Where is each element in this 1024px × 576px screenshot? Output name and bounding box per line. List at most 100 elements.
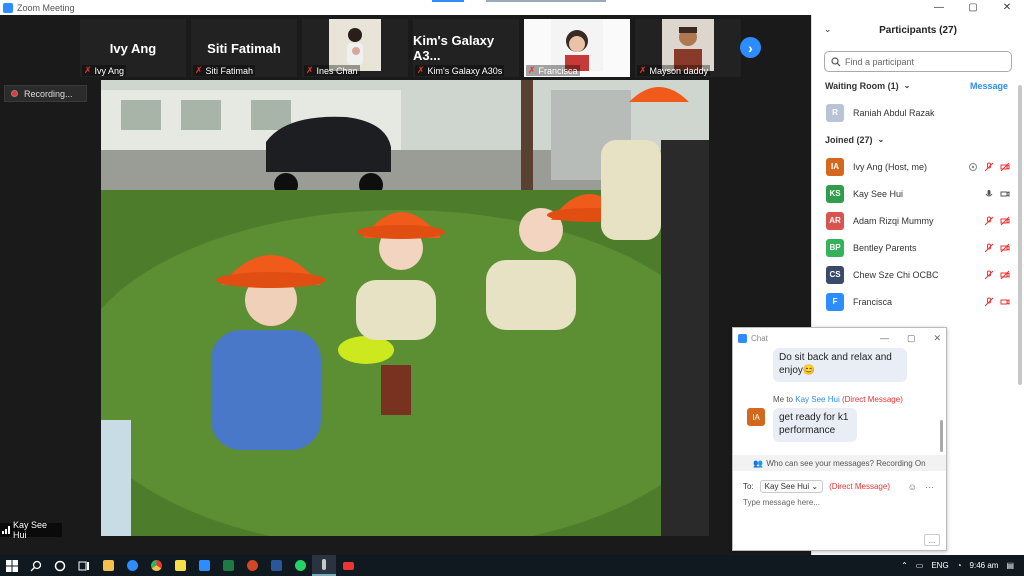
tile-label-text: Mayson daddy <box>649 65 709 76</box>
participant-row[interactable]: KS Kay See Hui <box>812 180 1024 207</box>
tile-name: Ivy Ang <box>109 40 157 56</box>
recording-indicator[interactable]: Recording... <box>4 85 87 102</box>
video-tile[interactable]: ✗ Mayson daddy <box>635 19 741 77</box>
panel-header: ⌄ Participants (27) <box>812 15 1024 45</box>
mic-muted-icon[interactable] <box>984 270 994 280</box>
mic-on-icon[interactable] <box>984 189 994 199</box>
participant-row[interactable]: CS Chew Sze Chi OCBC <box>812 261 1024 288</box>
panel-scrollbar[interactable] <box>1018 85 1022 385</box>
share-icon <box>969 162 977 171</box>
search-input[interactable] <box>845 56 1005 67</box>
whatsapp-icon[interactable] <box>288 555 312 576</box>
video-on-icon[interactable] <box>1000 189 1010 199</box>
mic-muted-icon[interactable] <box>984 297 994 307</box>
video-off-icon[interactable] <box>1000 162 1010 172</box>
excel-icon[interactable] <box>216 555 240 576</box>
next-page-button[interactable]: › <box>740 37 761 58</box>
system-tray: ⌃ ▭ ENG ◔ 9:46 am ▤ <box>901 555 1024 576</box>
close-button[interactable]: ✕ <box>990 0 1024 15</box>
video-tile[interactable]: Kim's Galaxy A3... ✗ Kim's Galaxy A30s <box>413 19 519 77</box>
file-explorer-icon[interactable] <box>96 555 120 576</box>
more-icon[interactable]: ··· <box>925 482 934 492</box>
chat-window: Chat — ▢ ✕ Do sit back and relax and enj… <box>732 327 947 551</box>
task-view-icon[interactable] <box>72 555 96 576</box>
chat-more-button[interactable]: ... <box>924 534 940 546</box>
participant-video-icon <box>662 19 714 71</box>
mic-muted-icon: ✗ <box>195 65 203 75</box>
chevron-down-icon[interactable]: ⌄ <box>824 24 832 35</box>
video-off-icon[interactable] <box>1000 243 1010 253</box>
mic-muted-icon[interactable] <box>984 243 994 253</box>
minimize-icon[interactable]: — <box>880 333 889 344</box>
chat-title-bar: Chat — ▢ ✕ <box>733 328 946 348</box>
tile-label: ✗ Mayson daddy <box>637 65 711 76</box>
windows-icon[interactable] <box>0 555 24 576</box>
video-on-icon[interactable] <box>1000 297 1010 307</box>
who-can-see-link[interactable]: 👥 Who can see your messages? Recording O… <box>733 455 946 471</box>
chevron-down-icon: ⌄ <box>903 81 911 90</box>
mic-muted-icon[interactable] <box>984 216 994 226</box>
chat-message: get ready for k1 performance <box>773 408 857 442</box>
participant-row[interactable]: BP Bentley Parents <box>812 234 1024 261</box>
who-can-see-text: Who can see your messages? Recording On <box>766 458 926 468</box>
youtube-icon[interactable] <box>336 555 360 576</box>
chevron-up-icon[interactable]: ⌃ <box>901 561 908 570</box>
emoji-icon[interactable]: ☺ <box>908 482 917 492</box>
tile-label-text: Ivy Ang <box>94 65 125 76</box>
video-tile[interactable]: ✗ Ines Chan <box>302 19 408 77</box>
panel-title: Participants (27) <box>879 24 957 36</box>
video-off-icon[interactable] <box>1000 270 1010 280</box>
meta-recipient[interactable]: Kay See Hui <box>795 395 839 404</box>
battery-icon[interactable]: ▭ <box>916 561 924 570</box>
language-indicator[interactable]: ENG <box>931 561 948 570</box>
window-title: Zoom Meeting <box>17 2 75 13</box>
maximize-button[interactable]: ▢ <box>956 0 990 15</box>
powerpoint-icon[interactable] <box>240 555 264 576</box>
participant-video-icon <box>329 19 381 71</box>
participant-row[interactable]: AR Adam Rizqi Mummy <box>812 207 1024 234</box>
video-tile[interactable]: ✗ Francisca <box>524 19 630 77</box>
cortana-icon[interactable] <box>48 555 72 576</box>
close-icon[interactable]: ✕ <box>933 333 941 344</box>
recipient-select[interactable]: Kay See Hui ⌄ <box>759 480 824 493</box>
clock[interactable]: 9:46 am <box>970 561 999 570</box>
participant-name: Bentley Parents <box>853 242 917 253</box>
speaker-video-image <box>101 80 709 536</box>
participant-search[interactable] <box>824 51 1012 72</box>
word-icon[interactable] <box>264 555 288 576</box>
video-off-icon[interactable] <box>1000 216 1010 226</box>
participant-name: Francisca <box>853 296 893 307</box>
wifi-icon[interactable]: ◔ <box>957 561 962 570</box>
tile-name: Siti Fatimah <box>207 40 281 56</box>
mic-muted-icon[interactable] <box>984 162 994 172</box>
waiting-room-header[interactable]: Waiting Room (1) ⌄ Message <box>812 72 1024 99</box>
chrome-icon[interactable] <box>144 555 168 576</box>
participant-row[interactable]: F Francisca <box>812 288 1024 315</box>
edge-icon[interactable] <box>120 555 144 576</box>
participant-row[interactable]: IA Ivy Ang (Host, me) <box>812 153 1024 180</box>
people-icon: 👥 <box>753 458 764 468</box>
notifications-icon[interactable]: ▤ <box>1006 561 1014 570</box>
chat-input[interactable] <box>743 498 938 507</box>
tile-label: ✗ Ines Chan <box>304 65 360 76</box>
minimize-button[interactable]: — <box>922 0 956 15</box>
avatar: BP <box>826 238 844 257</box>
video-tile[interactable]: Siti Fatimah ✗ Siti Fatimah <box>191 19 297 77</box>
sticky-notes-icon[interactable] <box>168 555 192 576</box>
chat-scrollbar[interactable] <box>940 420 943 452</box>
joined-header[interactable]: Joined (27) ⌄ <box>812 126 1024 153</box>
participant-name: Ivy Ang (Host, me) <box>853 161 928 172</box>
zoom-icon[interactable] <box>192 555 216 576</box>
search-icon[interactable] <box>24 555 48 576</box>
avatar: F <box>826 292 844 311</box>
video-tile[interactable]: Ivy Ang ✗ Ivy Ang <box>80 19 186 77</box>
meta-from: Me to <box>773 395 794 404</box>
participant-row[interactable]: R Raniah Abdul Razak <box>812 99 1024 126</box>
message-button[interactable]: Message <box>970 81 1008 91</box>
main-video[interactable] <box>101 80 709 536</box>
tile-label: ✗ Siti Fatimah <box>193 65 256 76</box>
tile-label-text: Ines Chan <box>316 65 358 76</box>
maximize-icon[interactable]: ▢ <box>907 333 916 344</box>
app-icon[interactable] <box>312 555 336 576</box>
avatar: AR <box>826 211 844 230</box>
